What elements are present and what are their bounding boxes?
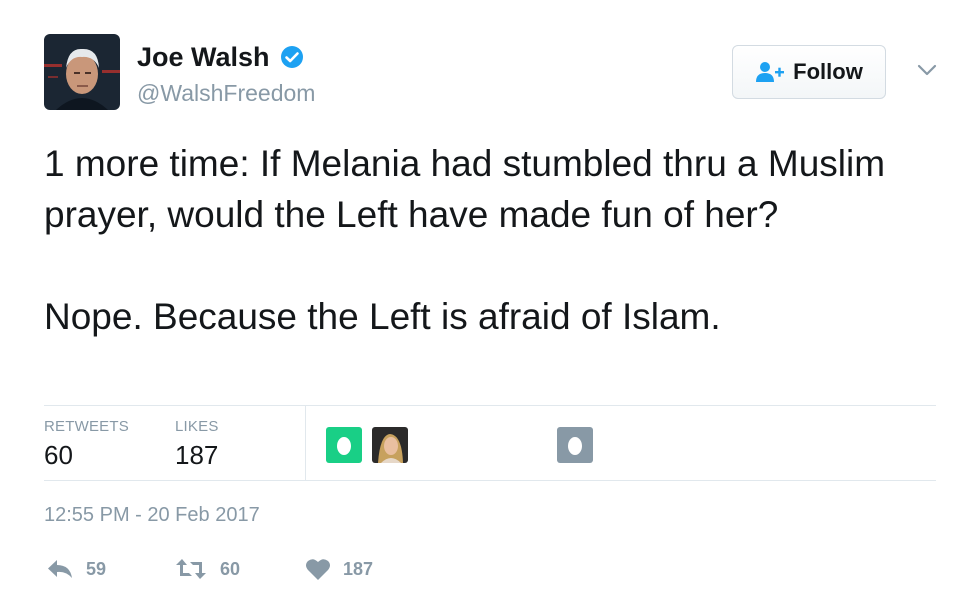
egg-avatar-icon	[326, 427, 362, 463]
liker-avatar[interactable]	[326, 427, 362, 463]
author-avatar[interactable]	[44, 34, 120, 110]
liker-avatar[interactable]	[557, 427, 593, 463]
likes-label[interactable]: LIKES	[175, 418, 219, 435]
tweet-timestamp[interactable]: 12:55 PM - 20 Feb 2017	[44, 504, 260, 527]
liker-avatar[interactable]	[372, 427, 408, 463]
stats-divider	[305, 406, 306, 480]
liker-photo	[372, 427, 408, 463]
retweets-label[interactable]: RETWEETS	[44, 418, 129, 435]
tweet-text: 1 more time: If Melania had stumbled thr…	[44, 138, 954, 342]
like-button[interactable]: 187	[305, 556, 373, 582]
retweets-count[interactable]: 60	[44, 440, 73, 471]
follow-button[interactable]: Follow	[732, 45, 886, 99]
reply-button[interactable]: 59	[46, 556, 106, 582]
likes-count[interactable]: 187	[175, 440, 218, 471]
reply-icon	[48, 560, 72, 578]
author-name[interactable]: Joe Walsh	[137, 42, 270, 73]
heart-icon	[306, 559, 330, 580]
author-handle[interactable]: @WalshFreedom	[137, 80, 315, 107]
chevron-down-icon[interactable]	[916, 62, 938, 78]
divider	[44, 480, 936, 481]
retweet-count: 60	[220, 558, 241, 579]
add-user-icon	[756, 62, 785, 82]
retweet-button[interactable]: 60	[174, 556, 240, 582]
author-avatar-image	[44, 34, 120, 110]
tweet-paragraph: Nope. Because the Left is afraid of Isla…	[44, 296, 721, 337]
verified-badge-icon	[281, 46, 303, 68]
like-count: 187	[343, 558, 374, 579]
egg-avatar-icon	[557, 427, 593, 463]
follow-button-label: Follow	[793, 59, 863, 84]
reply-count: 59	[86, 558, 107, 579]
retweet-icon	[176, 559, 206, 579]
tweet-paragraph: 1 more time: If Melania had stumbled thr…	[44, 143, 886, 235]
divider	[44, 405, 936, 406]
